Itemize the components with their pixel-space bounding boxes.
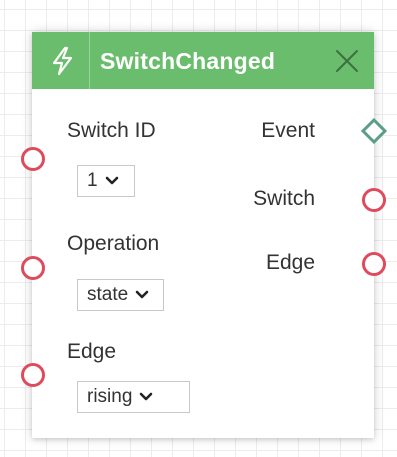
edge-output-port[interactable] <box>362 252 386 276</box>
edge-input-port[interactable] <box>21 363 45 387</box>
edge-output-label: Edge <box>265 251 315 274</box>
switch-id-select[interactable]: 1 <box>77 165 135 197</box>
switch-id-input-port[interactable] <box>21 147 45 171</box>
operation-label: Operation <box>67 232 160 255</box>
operation-input-port[interactable] <box>21 256 45 280</box>
edge-select-value: rising <box>87 386 133 407</box>
event-output-port[interactable] <box>361 118 387 144</box>
header-divider <box>89 32 90 89</box>
edge-select[interactable]: rising <box>77 381 190 413</box>
operation-select[interactable]: state <box>77 279 164 311</box>
operation-select-value: state <box>87 284 129 305</box>
chevron-down-icon <box>135 290 149 299</box>
switch-id-select-value: 1 <box>87 170 98 191</box>
node-card[interactable]: SwitchChanged Switch ID 1 Operation stat… <box>21 32 387 438</box>
close-icon[interactable] <box>334 48 360 74</box>
switch-output-label: Switch <box>253 187 315 210</box>
node-title: SwitchChanged <box>100 48 276 74</box>
switch-id-label: Switch ID <box>67 119 156 142</box>
chevron-down-icon <box>140 392 153 401</box>
node-header[interactable]: SwitchChanged <box>32 32 374 89</box>
chevron-down-icon <box>105 176 118 185</box>
switch-output-port[interactable] <box>362 188 386 212</box>
edge-input-label: Edge <box>67 340 117 363</box>
event-output-label: Event <box>261 119 315 142</box>
bolt-icon[interactable] <box>50 46 76 76</box>
